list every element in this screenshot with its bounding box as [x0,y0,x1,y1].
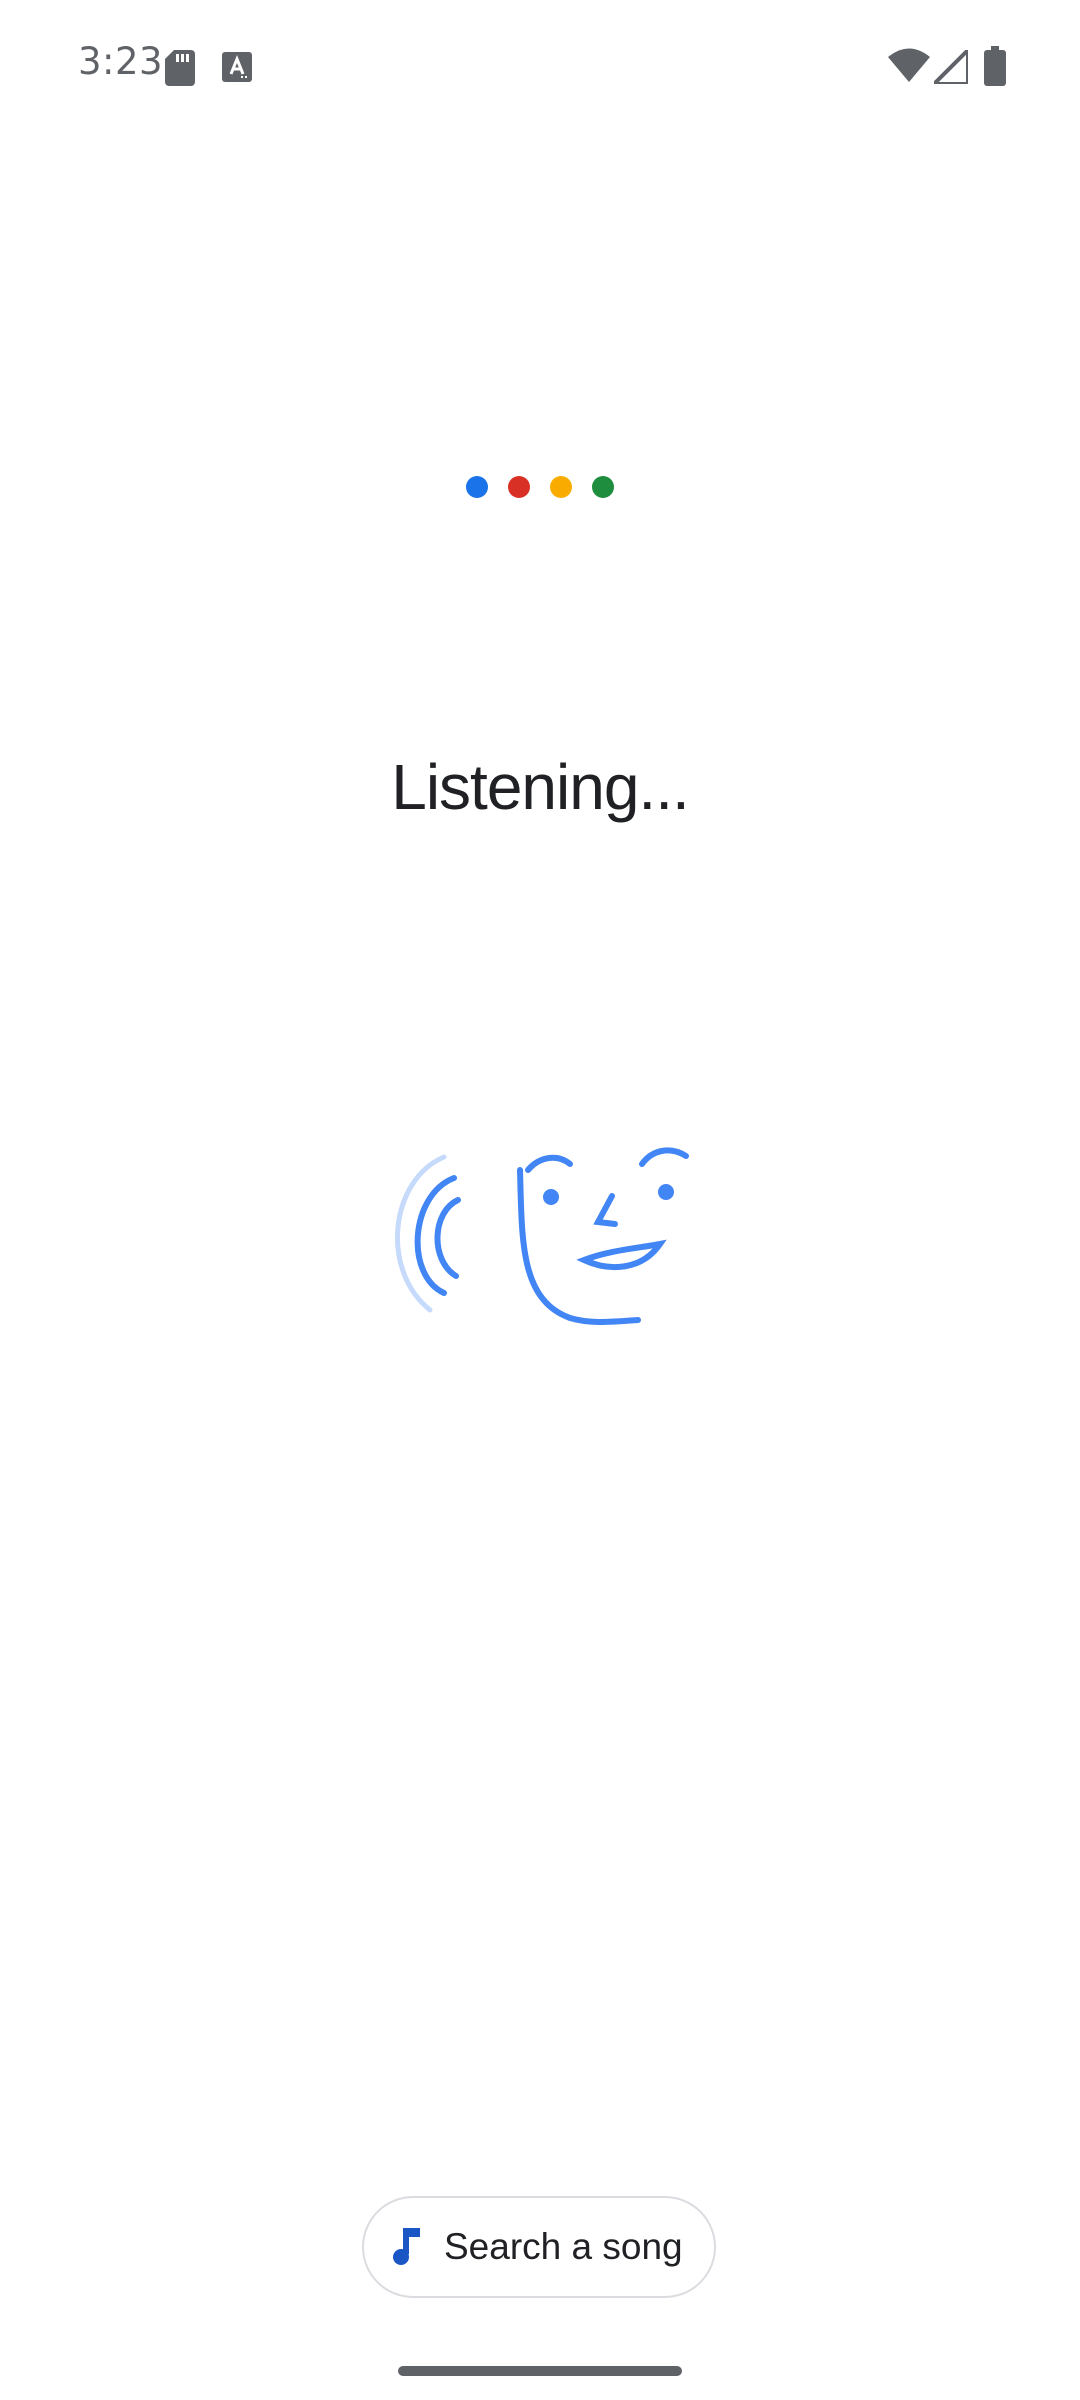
listening-title: Listening... [391,751,690,823]
dot-yellow [550,476,572,498]
sd-card-icon [165,50,195,86]
gesture-handle[interactable] [398,2366,682,2376]
cell-signal-icon [934,50,968,84]
wifi-icon [888,48,930,82]
dot-red [508,476,530,498]
dot-blue [466,476,488,498]
hum-to-search-face-icon [395,1147,689,1325]
music-note-icon [393,2228,420,2265]
text-a-icon [222,52,252,82]
battery-icon [984,46,1006,86]
dot-green [592,476,614,498]
status-bar: 3:23 [0,0,1080,136]
search-a-song-button[interactable]: Search a song [362,2196,716,2298]
search-a-song-label: Search a song [444,2226,683,2267]
status-time: 3:23 [78,40,164,83]
google-dots [466,476,616,500]
